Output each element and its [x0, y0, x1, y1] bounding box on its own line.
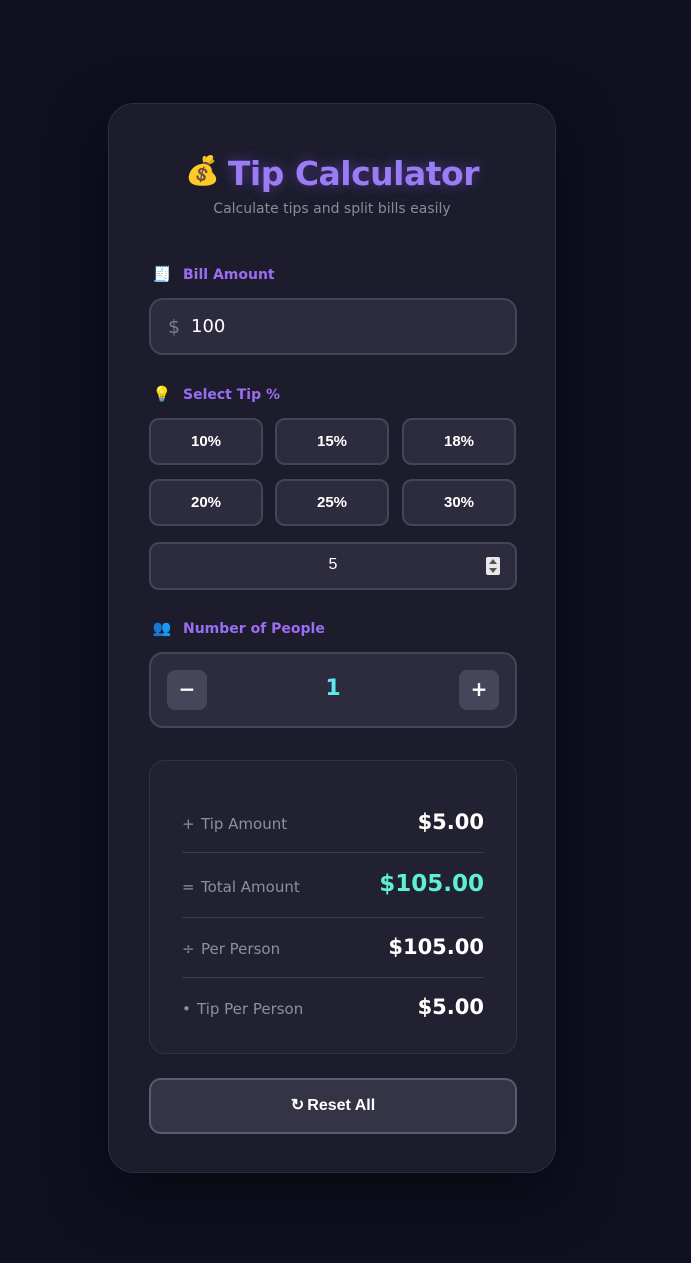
result-row-tip-per-person: • Tip Per Person $5.00 [182, 989, 484, 1029]
spinner-down-icon[interactable] [489, 568, 497, 573]
bill-amount-value: 100 [191, 316, 226, 337]
lightbulb-icon: 💡 [152, 385, 172, 403]
receipt-icon: 🧾 [152, 265, 172, 283]
tip-amount-value: $5.00 [417, 810, 484, 834]
tip-button-10[interactable]: 10% [149, 418, 263, 465]
result-label: ÷ Per Person [182, 940, 280, 958]
per-person-value: $105.00 [388, 935, 484, 959]
tip-button-20[interactable]: 20% [149, 479, 263, 526]
result-label: = Total Amount [182, 878, 300, 896]
reset-all-label: Reset All [307, 1097, 376, 1114]
divide-icon: ÷ [182, 940, 195, 958]
result-label-text: Tip Amount [201, 815, 288, 833]
dollar-sign: $ [168, 316, 181, 338]
result-label: • Tip Per Person [182, 1000, 303, 1018]
result-label-text: Total Amount [201, 878, 300, 896]
result-row-tip-amount: + Tip Amount $5.00 [182, 804, 484, 844]
divider [182, 852, 484, 853]
calculator-card: 💰 Tip Calculator Calculate tips and split… [108, 103, 556, 1173]
people-label-text: Number of People [183, 621, 325, 637]
reset-all-button[interactable]: ↻ Reset All [149, 1078, 517, 1134]
money-bag-icon: 💰 [185, 155, 220, 186]
bullet-icon: • [182, 1000, 191, 1018]
number-spinner[interactable] [486, 557, 500, 575]
increment-people-button[interactable]: + [459, 670, 499, 710]
tip-per-person-value: $5.00 [417, 995, 484, 1019]
plus-icon: + [182, 815, 195, 833]
result-row-total-amount: = Total Amount $105.00 [182, 867, 484, 907]
people-label: 👥 Number of People [151, 617, 325, 639]
result-label-text: Tip Per Person [197, 1000, 304, 1018]
custom-tip-input[interactable]: 5 [149, 542, 517, 590]
divider [182, 977, 484, 978]
select-tip-label-text: Select Tip % [183, 387, 281, 403]
divider [182, 917, 484, 918]
bill-amount-input[interactable]: $ 100 [149, 298, 517, 355]
select-tip-label: 💡 Select Tip % [151, 383, 280, 405]
results-panel: + Tip Amount $5.00 = Total Amount $105.00 … [149, 760, 517, 1054]
tip-button-25[interactable]: 25% [275, 479, 389, 526]
result-label-text: Per Person [201, 940, 281, 958]
tip-button-18[interactable]: 18% [402, 418, 516, 465]
page-title: Tip Calculator [227, 154, 480, 193]
people-icon: 👥 [152, 619, 172, 637]
page-subtitle: Calculate tips and split bills easily [213, 201, 451, 217]
result-row-per-person: ÷ Per Person $105.00 [182, 929, 484, 969]
tip-button-30[interactable]: 30% [402, 479, 516, 526]
result-label: + Tip Amount [182, 815, 287, 833]
total-amount-value: $105.00 [379, 871, 484, 897]
refresh-icon: ↻ [290, 1097, 305, 1114]
tip-button-15[interactable]: 15% [275, 418, 389, 465]
equals-icon: = [182, 878, 195, 896]
bill-amount-label-text: Bill Amount [183, 267, 275, 283]
bill-amount-label: 🧾 Bill Amount [151, 263, 275, 285]
people-stepper: − 1 + [149, 652, 517, 728]
custom-tip-value: 5 [328, 556, 338, 573]
header: 💰 Tip Calculator [109, 152, 555, 196]
spinner-up-icon[interactable] [489, 559, 497, 564]
